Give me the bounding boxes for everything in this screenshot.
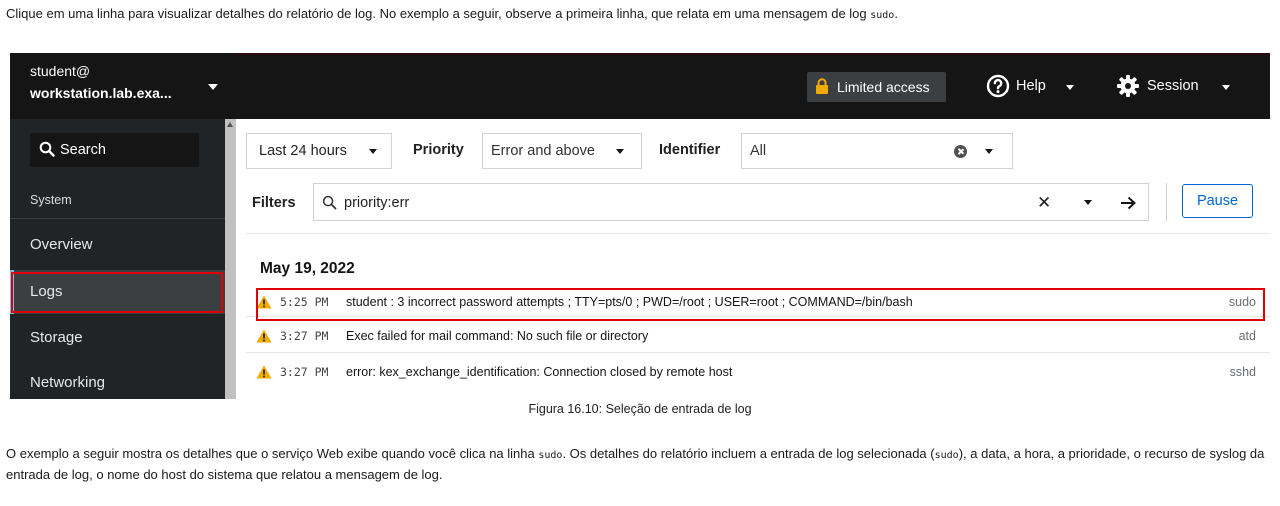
search-icon [322,195,337,210]
time-range-value: Last 24 hours [259,143,347,159]
gear-icon [1117,75,1139,97]
identifier-value: All [750,143,767,159]
caret-down-icon[interactable] [985,149,993,154]
inline-code-sudo: sudo [934,450,959,461]
content-divider [246,233,1270,234]
session-label: Session [1147,78,1199,94]
intro-text: Clique em uma linha para visualizar deta… [6,6,871,21]
top-bar: Limited access Help Session [236,53,1270,119]
host-user: student@ [30,63,91,79]
caret-down-icon[interactable] [1084,200,1092,205]
sidebar-item-networking[interactable]: Networking [10,361,236,399]
log-row[interactable]: 3:27 PM error: kex_exchange_identificati… [246,361,1270,385]
caret-down-icon [1066,85,1074,90]
figure-caption: Figura 16.10: Seleção de entrada de log [528,402,752,416]
filter-input[interactable]: priority:err ✕ [313,183,1149,221]
search-icon [39,141,55,157]
sidebar: student@ workstation.lab.exa... Search S… [10,53,236,399]
limited-access-button[interactable]: Limited access [807,72,946,102]
priority-select[interactable]: Error and above [482,133,642,169]
log-time: 3:27 PM [280,365,329,379]
help-circle-icon [986,74,1010,98]
inline-code-sudo: sudo [538,450,563,461]
para-text: . Os detalhes do relatório incluem a ent… [562,446,935,461]
time-range-select[interactable]: Last 24 hours [246,133,392,169]
log-message: error: kex_exchange_identification: Conn… [346,365,733,379]
arrow-right-icon[interactable] [1120,196,1136,210]
search-label: Search [60,142,106,158]
log-time: 3:27 PM [280,329,329,343]
scroll-up-icon[interactable] [227,122,233,127]
clear-circle-icon[interactable] [954,145,967,158]
host-name: workstation.lab.exa... [30,85,172,101]
warning-icon [256,365,272,379]
sidebar-scrollbar[interactable] [225,119,236,399]
priority-label: Priority [413,142,464,158]
filter-value: priority:err [344,195,410,211]
sidebar-search[interactable]: Search [30,133,199,167]
log-row[interactable]: 3:27 PM Exec failed for mail command: No… [246,325,1270,349]
sidebar-item-storage[interactable]: Storage [10,316,236,360]
intro-paragraph: Clique em uma linha para visualizar deta… [6,4,898,25]
log-message: Exec failed for mail command: No such fi… [346,329,649,343]
row-divider [246,352,1270,353]
help-label: Help [1016,78,1046,94]
para-text: O exemplo a seguir mostra os detalhes qu… [6,446,539,461]
pause-button[interactable]: Pause [1182,184,1253,218]
date-heading: May 19, 2022 [260,260,355,277]
toolbar-divider [1166,183,1167,221]
caret-down-icon [616,149,624,154]
caret-down-icon [369,149,377,154]
cockpit-screenshot: student@ workstation.lab.exa... Search S… [10,53,1270,399]
logs-content: Last 24 hours Priority Error and above I… [246,119,1270,399]
log-row-highlight-box [256,288,1265,321]
log-source: sshd [1229,365,1256,379]
warning-icon [256,329,272,343]
identifier-label: Identifier [659,142,721,158]
sidebar-item-overview[interactable]: Overview [10,223,236,267]
nav-divider [10,218,236,219]
priority-value: Error and above [491,143,595,159]
limited-access-label: Limited access [837,79,930,95]
inline-code-sudo: sudo [870,10,895,21]
host-switcher[interactable]: student@ workstation.lab.exa... [10,53,236,119]
identifier-select[interactable]: All [741,133,1013,169]
nav-section-system: System [30,193,72,207]
close-icon[interactable]: ✕ [1037,193,1051,213]
log-source: atd [1238,329,1256,343]
lock-icon [816,78,828,94]
filters-label: Filters [252,195,296,211]
caret-down-icon [1222,85,1230,90]
logs-highlight-box [11,272,223,313]
intro-text-end: . [894,6,898,21]
caret-down-icon [208,84,218,90]
body-paragraph: O exemplo a seguir mostra os detalhes qu… [6,444,1274,484]
